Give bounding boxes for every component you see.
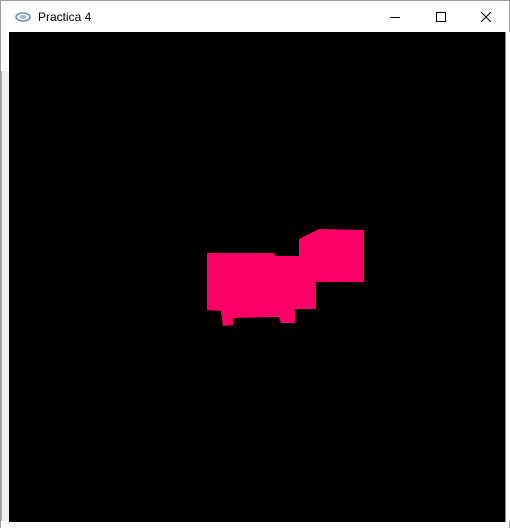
app-icon (15, 9, 31, 25)
pink-box-dog-model (207, 229, 364, 326)
maximize-icon (436, 11, 446, 22)
dog-front-leg (279, 309, 295, 323)
maximize-button[interactable] (418, 1, 464, 32)
dog-back-leg (221, 310, 233, 326)
window-right-border (505, 32, 510, 522)
close-icon (481, 11, 491, 22)
minimize-button[interactable] (372, 1, 418, 32)
app-window: Practica 4 (0, 0, 510, 528)
minimize-icon (390, 12, 400, 22)
window-left-border (1, 71, 9, 521)
close-button[interactable] (463, 1, 509, 32)
title-bar[interactable]: Practica 4 (1, 1, 509, 32)
opengl-canvas[interactable] (9, 32, 505, 522)
render-scene (207, 229, 364, 326)
window-bottom-border (1, 522, 509, 528)
window-title: Practica 4 (38, 10, 92, 24)
